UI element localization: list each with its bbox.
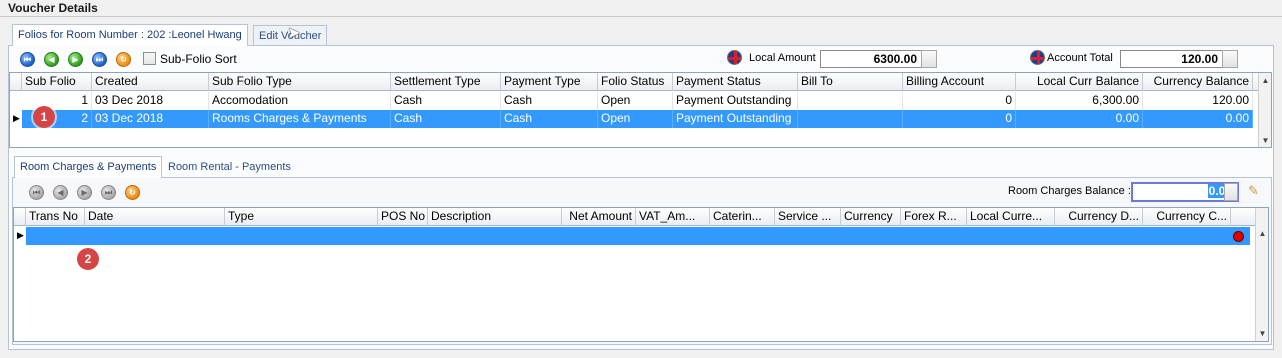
refresh-icon[interactable]: ↻: [116, 52, 131, 67]
cell-created: 03 Dec 2018: [92, 110, 209, 128]
col-vat-amount[interactable]: VAT_Am...: [636, 208, 710, 226]
scroll-down-icon[interactable]: ▼: [1259, 134, 1271, 147]
cell-local-curr-balance: 6,300.00: [1016, 92, 1143, 110]
refresh-icon[interactable]: ↻: [125, 185, 140, 200]
current-row-indicator-icon: ▶: [13, 113, 20, 123]
annotation-badge-2: 2: [77, 248, 99, 270]
cell-payment-type: Cash: [501, 110, 598, 128]
cell-currency-balance: 0.00: [1143, 110, 1253, 128]
col-catering[interactable]: Caterin...: [710, 208, 775, 226]
col-local-curr-balance[interactable]: Local Curr Balance: [1016, 73, 1143, 91]
scroll-up-icon[interactable]: ▲: [1256, 227, 1268, 240]
col-description[interactable]: Description: [428, 208, 562, 226]
charges-grid: Trans No Date Type POS No Description Ne…: [13, 207, 1269, 342]
first-record-icon[interactable]: ⏮: [20, 52, 35, 67]
col-currency-balance[interactable]: Currency Balance: [1143, 73, 1253, 91]
first-record-icon: ⏮: [29, 185, 44, 200]
room-charges-balance-field[interactable]: 0.00: [1131, 182, 1239, 202]
mouse-cursor-icon: ➤: [287, 25, 301, 42]
col-currency-d[interactable]: Currency D...: [1055, 208, 1143, 226]
row-indicator-header: [10, 73, 22, 91]
account-total-label: Account Total: [1047, 52, 1113, 64]
cell-settlement-type: Cash: [391, 92, 501, 110]
charges-grid-header: Trans No Date Type POS No Description Ne…: [14, 208, 1268, 226]
cell-settlement-type: Cash: [391, 110, 501, 128]
col-sub-folio-type[interactable]: Sub Folio Type: [209, 73, 391, 91]
folio-grid: Sub Folio Created Sub Folio Type Settlem…: [9, 72, 1272, 148]
cell-payment-status: Payment Outstanding: [673, 92, 798, 110]
col-folio-status[interactable]: Folio Status: [598, 73, 673, 91]
current-row-indicator-icon: ▶: [17, 230, 24, 240]
window-title: Voucher Details: [8, 1, 98, 15]
next-record-icon: ▶: [77, 185, 92, 200]
cell-created: 03 Dec 2018: [92, 92, 209, 110]
row-indicator-header: [14, 208, 26, 226]
scroll-down-icon[interactable]: ▼: [1256, 327, 1268, 340]
cell-currency-balance: 120.00: [1143, 92, 1253, 110]
col-settlement-type[interactable]: Settlement Type: [391, 73, 501, 91]
uk-flag-icon: [1030, 50, 1045, 65]
table-row[interactable]: 1 03 Dec 2018 Accomodation Cash Cash Ope…: [10, 92, 1253, 110]
folio-grid-scrollbar[interactable]: ▲ ▼: [1258, 73, 1271, 147]
local-amount-field[interactable]: 6300.00: [820, 50, 922, 68]
room-charges-balance-label: Room Charges Balance :: [1008, 185, 1131, 197]
col-payment-status[interactable]: Payment Status: [673, 73, 798, 91]
cell-local-curr-balance: 0.00: [1016, 110, 1143, 128]
status-dot-icon: [1233, 231, 1244, 242]
folio-grid-header: Sub Folio Created Sub Folio Type Settlem…: [10, 73, 1271, 91]
col-trans-no[interactable]: Trans No: [26, 208, 85, 226]
col-sub-folio[interactable]: Sub Folio: [22, 73, 92, 91]
account-total-button[interactable]: [1222, 50, 1238, 68]
account-total-field[interactable]: 120.00: [1120, 50, 1223, 68]
room-charges-balance-button[interactable]: [1224, 183, 1238, 201]
sub-folio-sort-label: Sub-Folio Sort: [160, 52, 237, 66]
cell-bill-to: [798, 92, 903, 110]
cell-sub-folio-type: Rooms Charges & Payments: [209, 110, 391, 128]
previous-record-icon: ◀: [53, 185, 68, 200]
cell-sub-folio-type: Accomodation: [209, 92, 391, 110]
pencil-icon[interactable]: ✎: [1248, 183, 1259, 199]
last-record-icon[interactable]: ⏭: [92, 52, 107, 67]
tab-room-rental-payments[interactable]: Room Rental - Payments: [163, 157, 296, 178]
col-date[interactable]: Date: [85, 208, 225, 226]
cell-bill-to: [798, 110, 903, 128]
col-billing-account[interactable]: Billing Account: [903, 73, 1016, 91]
uk-flag-icon: [727, 50, 742, 65]
cell-sub-folio: 1: [22, 92, 92, 110]
cell-payment-status: Payment Outstanding: [673, 110, 798, 128]
col-service[interactable]: Service ...: [775, 208, 841, 226]
scroll-up-icon[interactable]: ▲: [1259, 74, 1271, 87]
table-row-selected[interactable]: 2 03 Dec 2018 Rooms Charges & Payments C…: [22, 110, 1253, 128]
table-row-selected[interactable]: [26, 227, 1250, 245]
col-local-currency[interactable]: Local Curre...: [967, 208, 1055, 226]
sub-folio-sort-checkbox[interactable]: [143, 52, 156, 65]
col-forex-rate[interactable]: Forex R...: [901, 208, 967, 226]
tab-room-charges-payments[interactable]: Room Charges & Payments: [14, 156, 163, 178]
cell-billing-account: 0: [903, 92, 1016, 110]
cell-folio-status: Open: [598, 92, 673, 110]
col-currency-c[interactable]: Currency C...: [1143, 208, 1231, 226]
col-payment-type[interactable]: Payment Type: [501, 73, 598, 91]
charges-grid-scrollbar[interactable]: ▲ ▼: [1255, 208, 1268, 341]
local-amount-button[interactable]: [921, 50, 937, 68]
cell-payment-type: Cash: [501, 92, 598, 110]
col-type[interactable]: Type: [225, 208, 378, 226]
col-pos-no[interactable]: POS No: [378, 208, 428, 226]
col-currency[interactable]: Currency: [841, 208, 901, 226]
cell-folio-status: Open: [598, 110, 673, 128]
col-created[interactable]: Created: [92, 73, 209, 91]
next-record-icon[interactable]: ▶: [68, 52, 83, 67]
annotation-badge-1: 1: [33, 106, 55, 128]
title-divider: [0, 16, 1282, 17]
last-record-icon: ⏭: [101, 185, 116, 200]
col-net-amount[interactable]: Net Amount: [562, 208, 636, 226]
local-amount-label: Local Amount: [749, 52, 816, 64]
previous-record-icon[interactable]: ◀: [44, 52, 59, 67]
tab-folios-for-room[interactable]: Folios for Room Number : 202 :Leonel Hwa…: [12, 24, 248, 46]
col-bill-to[interactable]: Bill To: [798, 73, 903, 91]
cell-billing-account: 0: [903, 110, 1016, 128]
